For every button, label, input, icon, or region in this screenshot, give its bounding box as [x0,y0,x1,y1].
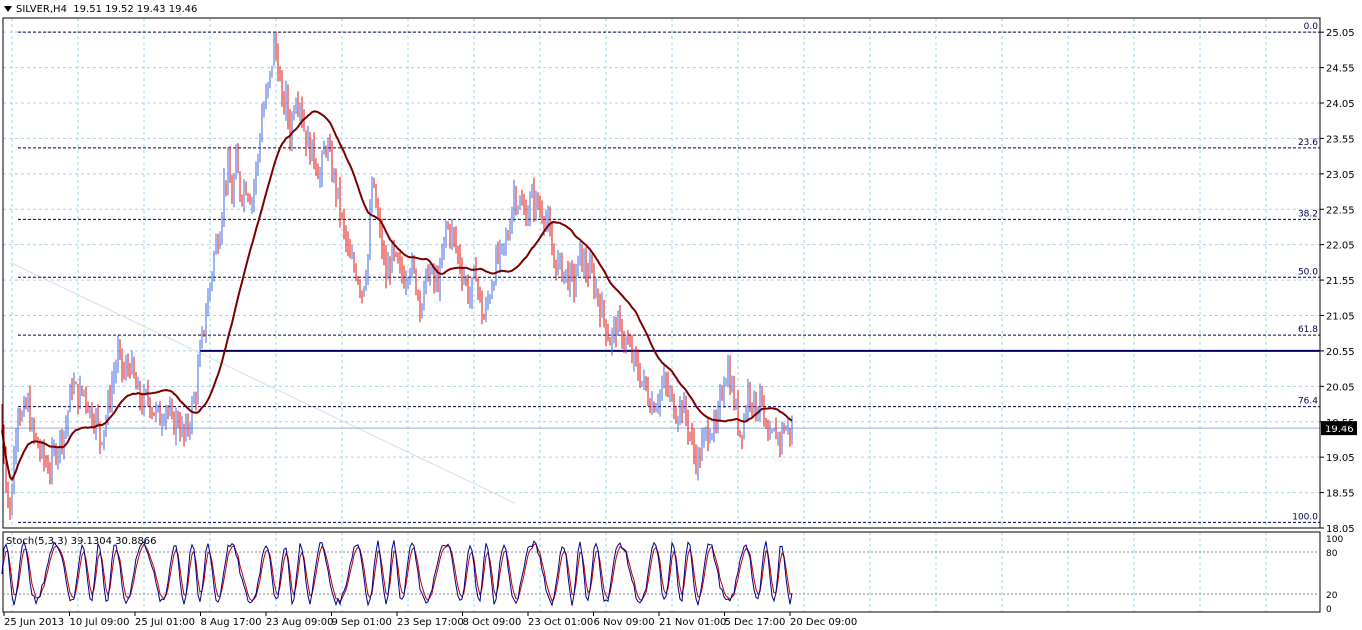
main-frame [2,17,1321,529]
stochastic-panel: 100 80 20 0 [1,535,1343,615]
fib-level-label: 100.0 [1292,512,1318,522]
x-tick-label: 20 Dec 09:00 [790,617,857,628]
x-tick-label: 9 Sep 01:00 [332,617,392,628]
y-tick-label: 21.05 [1326,312,1355,323]
x-tick-label: 10 Jul 09:00 [70,617,130,628]
diagonal-trendline [9,261,516,504]
y-tick-label: 20.55 [1326,347,1355,358]
y-tick-label: 22.05 [1326,241,1355,252]
x-tick-label: 23 Oct 01:00 [528,617,593,628]
stoch-main-line [1,540,793,607]
stoch-y-label: 80 [1326,549,1338,559]
x-tick-label: 5 Dec 17:00 [725,617,786,628]
x-tick-label: 23 Aug 09:00 [266,617,333,628]
grid [3,18,1320,612]
y-tick-label: 19.05 [1326,453,1355,464]
fib-level-label: 76.4 [1298,397,1318,407]
fib-level-label: 0.0 [1304,22,1319,32]
x-tick-label: 21 Nov 01:00 [659,617,726,628]
moving-average-line [1,110,793,482]
stoch-y-label: 100 [1326,535,1343,545]
x-tick-label: 8 Aug 17:00 [201,617,262,628]
y-tick-label: 23.05 [1326,170,1355,181]
y-tick-label: 23.55 [1326,134,1355,145]
x-tick-label: 25 Jul 01:00 [135,617,195,628]
x-tick-label: 6 Nov 09:00 [594,617,655,628]
x-tick-label: 23 Sep 17:00 [397,617,464,628]
y-tick-label: 24.55 [1326,64,1355,75]
fib-level-label: 38.2 [1298,209,1318,219]
y-tick-label: 19.55 [1326,418,1355,429]
fib-level-label: 50.0 [1298,267,1318,277]
fib-level-label: 61.8 [1298,325,1318,335]
y-tick-label: 18.05 [1326,524,1355,535]
fibonacci-levels: 0.0 23.6 38.2 50.0 61.8 76.4 100.0 [18,22,1320,523]
y-tick-label: 22.55 [1326,205,1355,216]
y-tick-label: 24.05 [1326,99,1355,110]
fib-level-label: 23.6 [1298,138,1318,148]
y-tick-label: 21.55 [1326,276,1355,287]
moving-average [1,110,793,482]
y-tick-label: 25.05 [1326,28,1355,39]
price-chart[interactable]: 0.023.638.250.061.876.4100.0 19.46 25.05… [0,0,1362,630]
y-tick-label: 18.55 [1326,489,1355,500]
x-tick-label: 25 Jun 2013 [4,617,64,628]
y-tick-label: 20.05 [1326,382,1355,393]
stoch-y-label: 0 [1326,605,1332,615]
stoch-y-label: 20 [1326,591,1338,601]
x-tick-label: 8 Oct 09:00 [463,617,522,628]
